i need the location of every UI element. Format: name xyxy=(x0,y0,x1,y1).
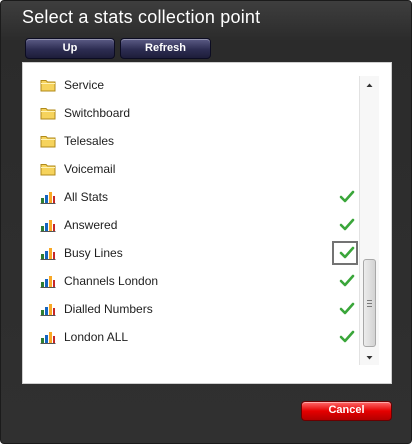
list-item-voicemail[interactable]: Voicemail xyxy=(23,155,359,183)
folder-icon xyxy=(40,108,56,120)
grip-line xyxy=(367,303,372,304)
scroll-up-arrow-icon[interactable] xyxy=(360,79,379,91)
scrollbar-thumb[interactable] xyxy=(363,259,376,347)
list-item-service[interactable]: Service xyxy=(23,71,359,99)
checkmark-icon[interactable] xyxy=(339,190,355,204)
list-item-telesales[interactable]: Telesales xyxy=(23,127,359,155)
collection-point-list: Service Switchboard Telesales Voicemail … xyxy=(23,63,359,383)
list-item-switchboard[interactable]: Switchboard xyxy=(23,99,359,127)
list-item-answered[interactable]: Answered xyxy=(23,211,359,239)
checkmark-icon[interactable] xyxy=(339,330,355,344)
up-button[interactable]: Up xyxy=(25,38,115,59)
checkmark-icon[interactable] xyxy=(339,218,355,232)
list-item-all-stats[interactable]: All Stats xyxy=(23,183,359,211)
folder-icon xyxy=(40,80,56,92)
list-item-label: All Stats xyxy=(64,190,109,204)
folder-icon xyxy=(40,164,56,176)
list-item-channels-london[interactable]: Channels London xyxy=(23,267,359,295)
grip-line xyxy=(367,300,372,301)
list-item-label: Busy Lines xyxy=(64,246,123,260)
list-item-label: London ALL xyxy=(64,330,129,344)
select-stats-dialog: Select a stats collection point Up Refre… xyxy=(0,0,412,444)
list-item-label: Dialled Numbers xyxy=(64,302,153,316)
cancel-button[interactable]: Cancel xyxy=(301,401,392,421)
list-item-label: Telesales xyxy=(64,134,115,148)
list-item-dialled-numbers[interactable]: Dialled Numbers xyxy=(23,295,359,323)
checkmark-icon[interactable] xyxy=(339,302,355,316)
list-item-label: Switchboard xyxy=(64,106,131,120)
folder-icon xyxy=(40,136,56,148)
scroll-down-arrow-icon[interactable] xyxy=(360,352,379,364)
scrollbar[interactable] xyxy=(359,76,379,365)
stats-chart-icon xyxy=(40,304,56,316)
list-item-label: Channels London xyxy=(64,274,159,288)
list-item-label: Voicemail xyxy=(64,162,116,176)
collection-point-panel: Service Switchboard Telesales Voicemail … xyxy=(22,62,392,384)
list-item-london-all[interactable]: London ALL xyxy=(23,323,359,351)
checkmark-icon[interactable] xyxy=(339,274,355,288)
highlight-box xyxy=(332,241,358,265)
stats-chart-icon xyxy=(40,248,56,260)
list-item-label: Service xyxy=(64,78,105,92)
stats-chart-icon xyxy=(40,192,56,204)
dialog-title: Select a stats collection point xyxy=(22,7,261,27)
stats-chart-icon xyxy=(40,220,56,232)
refresh-button[interactable]: Refresh xyxy=(120,38,211,59)
list-item-busy-lines[interactable]: Busy Lines xyxy=(23,239,359,267)
grip-line xyxy=(367,306,372,307)
stats-chart-icon xyxy=(40,332,56,344)
list-item-label: Answered xyxy=(64,218,118,232)
stats-chart-icon xyxy=(40,276,56,288)
